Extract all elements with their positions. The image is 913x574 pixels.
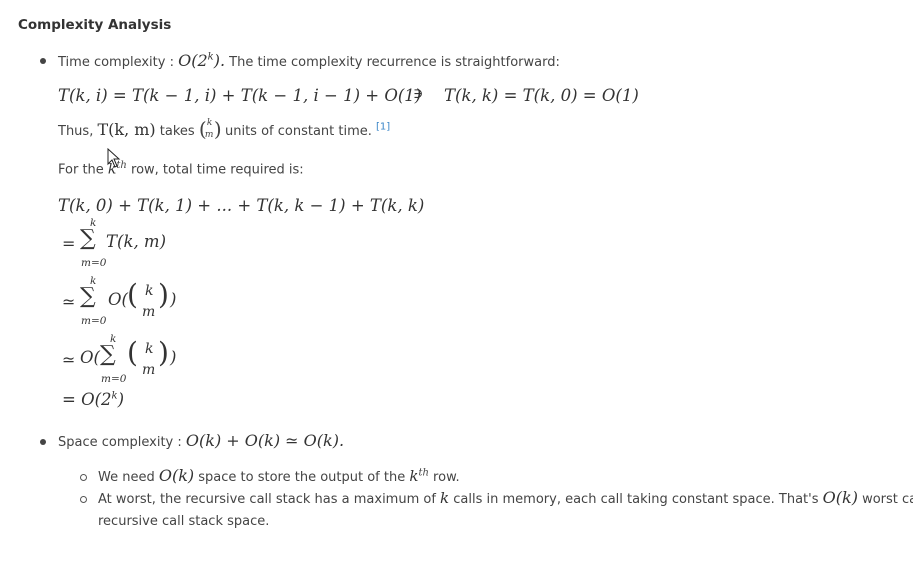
binom-top-3: k — [145, 341, 154, 357]
time-big-o: O(2k). — [178, 51, 226, 70]
sigma-1: ∑ — [80, 226, 96, 251]
sum-lower-3: m=0 — [101, 373, 127, 385]
sigma-3: ∑ — [100, 342, 116, 367]
space-sub-2-line2: recursive call stack space. — [98, 514, 270, 529]
implies-symbol: ∋ — [413, 86, 424, 102]
eq-1: = — [62, 234, 76, 253]
approx-1: ≃ — [62, 292, 76, 311]
sub-bullet-2 — [80, 496, 87, 503]
space-sub-1: We need O(k) space to store the output o… — [98, 466, 460, 485]
binom-left-3: ( — [127, 336, 138, 369]
o-close-3: ) — [170, 348, 177, 367]
thus-math: T(k, m) — [97, 120, 156, 139]
o-open-3: O( — [80, 348, 100, 367]
reference-link[interactable]: [1] — [376, 122, 390, 133]
binom-right-3: ) — [158, 336, 169, 369]
binom-bottom-2: m — [142, 304, 156, 320]
o-close-2: ) — [170, 290, 177, 309]
o-open-2: O( — [108, 290, 128, 309]
approx-2: ≃ — [62, 350, 76, 369]
final-result: = O(2k) — [62, 390, 125, 409]
recurrence-left: T(k, i) = T(k − 1, i) + T(k − 1, i − 1) … — [58, 86, 422, 105]
binom-left-2: ( — [127, 278, 138, 311]
sum-lower-1: m=0 — [81, 257, 107, 269]
bullet-space — [40, 439, 46, 445]
recurrence-right: T(k, k) = T(k, 0) = O(1) — [444, 86, 639, 105]
space-complexity-line: Space complexity : O(k) + O(k) ≃ O(k). — [58, 431, 345, 450]
binom-top-2: k — [145, 283, 154, 299]
space-sub-2: At worst, the recursive call stack has a… — [98, 488, 913, 507]
sum-lower-2: m=0 — [81, 315, 107, 327]
binom-bottom-3: m — [142, 362, 156, 378]
section-heading: Complexity Analysis — [18, 17, 172, 33]
binom-small: (k m) — [198, 116, 222, 141]
time-desc: The time complexity recurrence is straig… — [225, 55, 560, 70]
row-line: For the kth row, total time required is: — [58, 160, 304, 178]
time-label: Time complexity : — [58, 55, 179, 70]
thus-line: Thus, T(k, m) takes (k m) units of consta… — [58, 116, 391, 141]
mouse-cursor-icon — [107, 148, 121, 168]
sigma-2: ∑ — [80, 284, 96, 309]
bullet-time — [40, 58, 46, 64]
sum-line-1: T(k, 0) + T(k, 1) + ... + T(k, k − 1) + … — [58, 196, 425, 215]
binom-right-2: ) — [158, 278, 169, 311]
sub-bullet-1 — [80, 474, 87, 481]
sum-term-1: T(k, m) — [106, 232, 167, 251]
time-complexity-line: Time complexity : O(2k). The time comple… — [58, 51, 560, 70]
space-math: O(k) + O(k) ≃ O(k). — [185, 431, 345, 450]
